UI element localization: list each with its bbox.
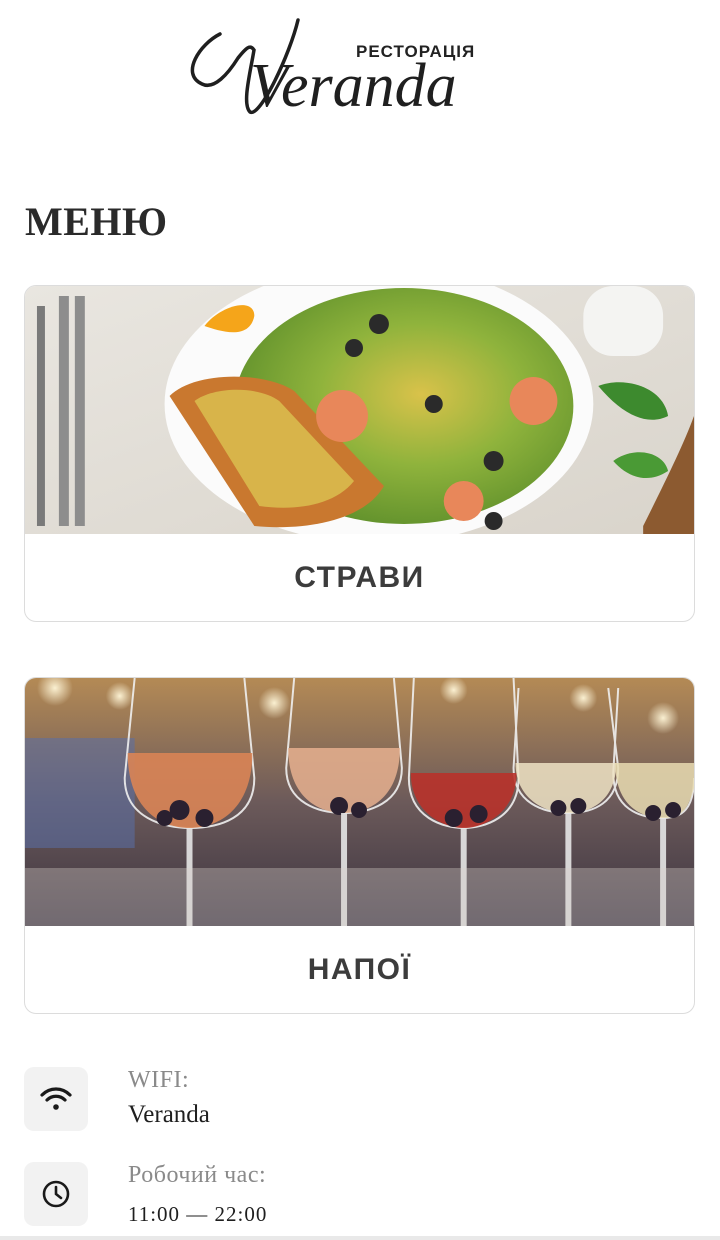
wifi-value[interactable]: Veranda	[128, 1101, 210, 1129]
drinks-label: НАПОЇ	[307, 953, 412, 986]
logo-text: Veranda	[250, 52, 457, 120]
dishes-label: СТРАВИ	[294, 561, 425, 594]
clock-icon	[42, 1180, 70, 1208]
hours-label: Робочий час:	[128, 1162, 267, 1188]
hours-info: Робочий час: 11:00 — 22:00	[24, 1162, 684, 1232]
wifi-icon	[40, 1087, 72, 1110]
drinks-card[interactable]: НАПОЇ	[24, 677, 695, 1014]
clock-icon-box	[24, 1162, 88, 1226]
wine-glasses-photo	[25, 678, 694, 926]
menu-title: МЕНЮ	[25, 199, 168, 244]
wifi-icon-box	[24, 1067, 88, 1131]
wifi-label: WIFI:	[128, 1067, 190, 1093]
caesar-salad-shrimp-photo	[25, 286, 694, 534]
hours-value: 11:00 — 22:00	[128, 1202, 268, 1226]
wifi-info: WIFI: Veranda	[24, 1067, 684, 1137]
logo-subtitle: РЕСТОРАЦІЯ	[356, 42, 476, 61]
bottom-divider	[0, 1236, 720, 1240]
dishes-card[interactable]: СТРАВИ	[24, 285, 695, 622]
logo-script: Veranda	[190, 18, 457, 120]
restaurant-logo: Veranda РЕСТОРАЦІЯ	[180, 14, 540, 124]
